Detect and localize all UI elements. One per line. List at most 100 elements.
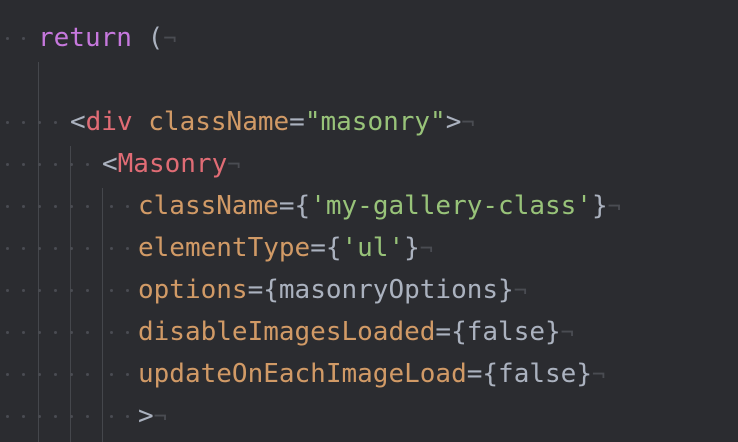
code-line[interactable]: return (¬ bbox=[0, 17, 738, 59]
whitespace-dot-icon bbox=[22, 163, 25, 166]
whitespace-dot-icon bbox=[110, 205, 113, 208]
code-content: <Masonry¬ bbox=[102, 143, 240, 187]
whitespace-dot-icon bbox=[126, 289, 129, 292]
whitespace-dot-icon bbox=[70, 163, 73, 166]
code-token: > bbox=[445, 107, 462, 137]
code-token: = bbox=[289, 107, 305, 137]
code-line[interactable]: >¬ bbox=[0, 395, 738, 437]
code-token: } bbox=[404, 233, 420, 263]
code-token: 'my-gallery-class' bbox=[310, 191, 592, 221]
code-token: elementType bbox=[138, 233, 311, 263]
code-line[interactable]: updateOnEachImageLoad={false}¬ bbox=[0, 353, 738, 395]
code-content: className={'my-gallery-class'}¬ bbox=[138, 185, 621, 229]
whitespace-dot-icon bbox=[54, 289, 57, 292]
code-token: "masonry" bbox=[304, 107, 446, 137]
whitespace-dot-icon bbox=[38, 331, 41, 334]
whitespace-dot-icon bbox=[110, 331, 113, 334]
whitespace-dot-icon bbox=[38, 205, 41, 208]
code-content: updateOnEachImageLoad={false}¬ bbox=[138, 353, 605, 397]
end-of-line-icon: ¬ bbox=[227, 153, 241, 178]
code-token: options bbox=[138, 275, 248, 305]
whitespace-dot-icon bbox=[22, 121, 25, 124]
code-content: elementType={'ul'}¬ bbox=[138, 227, 433, 271]
code-line[interactable]: <Masonry¬ bbox=[0, 143, 738, 185]
code-token: } bbox=[576, 359, 592, 389]
code-content: return (¬ bbox=[38, 17, 176, 61]
code-token: 'ul' bbox=[341, 233, 405, 263]
end-of-line-icon: ¬ bbox=[591, 363, 606, 388]
code-line[interactable]: options={masonryOptions}¬ bbox=[0, 269, 738, 311]
whitespace-dot-icon bbox=[22, 205, 25, 208]
end-of-line-icon: ¬ bbox=[513, 279, 527, 304]
whitespace-dot-icon bbox=[6, 121, 9, 124]
code-content: disableImagesLoaded={false}¬ bbox=[138, 311, 574, 355]
whitespace-dot-icon bbox=[6, 373, 9, 376]
whitespace-dot-icon bbox=[86, 373, 89, 376]
whitespace-dot-icon bbox=[126, 373, 129, 376]
code-token: ={ bbox=[435, 317, 467, 347]
code-line[interactable]: elementType={'ul'}¬ bbox=[0, 227, 738, 269]
code-token: < bbox=[102, 149, 118, 179]
whitespace-dot-icon bbox=[110, 247, 113, 250]
code-token: Masonry bbox=[117, 149, 228, 179]
whitespace-dot-icon bbox=[22, 331, 25, 334]
whitespace-dot-icon bbox=[110, 373, 113, 376]
end-of-line-icon: ¬ bbox=[163, 27, 177, 52]
whitespace-dot-icon bbox=[38, 163, 41, 166]
whitespace-dot-icon bbox=[110, 415, 113, 418]
whitespace-dot-icon bbox=[6, 205, 9, 208]
code-line[interactable]: disableImagesLoaded={false}¬ bbox=[0, 311, 738, 353]
code-token: } bbox=[498, 275, 514, 305]
whitespace-dot-icon bbox=[6, 415, 9, 418]
code-line[interactable]: <div className="masonry">¬ bbox=[0, 101, 738, 143]
code-token: < bbox=[70, 107, 86, 137]
code-content: >¬ bbox=[138, 395, 167, 439]
code-token: div bbox=[85, 107, 133, 137]
whitespace-dot-icon bbox=[54, 415, 57, 418]
whitespace-dot-icon bbox=[6, 247, 9, 250]
code-token: disableImagesLoaded bbox=[138, 317, 436, 347]
end-of-line-icon: ¬ bbox=[419, 237, 434, 262]
whitespace-dot-icon bbox=[38, 373, 41, 376]
code-line[interactable] bbox=[0, 59, 738, 101]
whitespace-dot-icon bbox=[126, 415, 129, 418]
whitespace-dot-icon bbox=[126, 205, 129, 208]
whitespace-dot-icon bbox=[54, 205, 57, 208]
whitespace-dot-icon bbox=[126, 247, 129, 250]
code-token: className bbox=[148, 107, 290, 137]
whitespace-dot-icon bbox=[6, 163, 9, 166]
code-token: updateOnEachImageLoad bbox=[138, 359, 467, 389]
whitespace-dot-icon bbox=[86, 415, 89, 418]
whitespace-dot-icon bbox=[54, 247, 57, 250]
whitespace-dot-icon bbox=[86, 247, 89, 250]
end-of-line-icon: ¬ bbox=[461, 111, 475, 136]
code-token: className bbox=[138, 191, 279, 221]
whitespace-dot-icon bbox=[6, 331, 9, 334]
whitespace-dot-icon bbox=[70, 331, 73, 334]
whitespace-dot-icon bbox=[22, 415, 25, 418]
whitespace-dot-icon bbox=[110, 289, 113, 292]
code-token: false bbox=[498, 359, 577, 389]
whitespace-dot-icon bbox=[54, 331, 57, 334]
end-of-line-icon: ¬ bbox=[153, 405, 167, 430]
whitespace-dot-icon bbox=[22, 373, 25, 376]
whitespace-dot-icon bbox=[22, 37, 25, 40]
code-editor[interactable]: return (¬ <div className="masonry">¬ <Maso… bbox=[0, 0, 738, 442]
code-token: } bbox=[545, 317, 561, 347]
whitespace-dot-icon bbox=[86, 163, 89, 166]
whitespace-dot-icon bbox=[22, 289, 25, 292]
code-token: ={ bbox=[310, 233, 342, 263]
whitespace-dot-icon bbox=[126, 331, 129, 334]
code-token: } bbox=[591, 191, 608, 221]
code-line[interactable]: className={'my-gallery-class'}¬ bbox=[0, 185, 738, 227]
whitespace-dot-icon bbox=[38, 289, 41, 292]
code-token: ={ bbox=[278, 191, 311, 221]
whitespace-dot-icon bbox=[38, 121, 41, 124]
code-token: > bbox=[138, 401, 154, 431]
whitespace-dot-icon bbox=[70, 247, 73, 250]
code-token: masonryOptions bbox=[278, 275, 499, 305]
end-of-line-icon: ¬ bbox=[560, 321, 574, 346]
code-token: return bbox=[38, 23, 132, 53]
code-token: false bbox=[466, 317, 546, 347]
whitespace-dot-icon bbox=[6, 37, 9, 40]
